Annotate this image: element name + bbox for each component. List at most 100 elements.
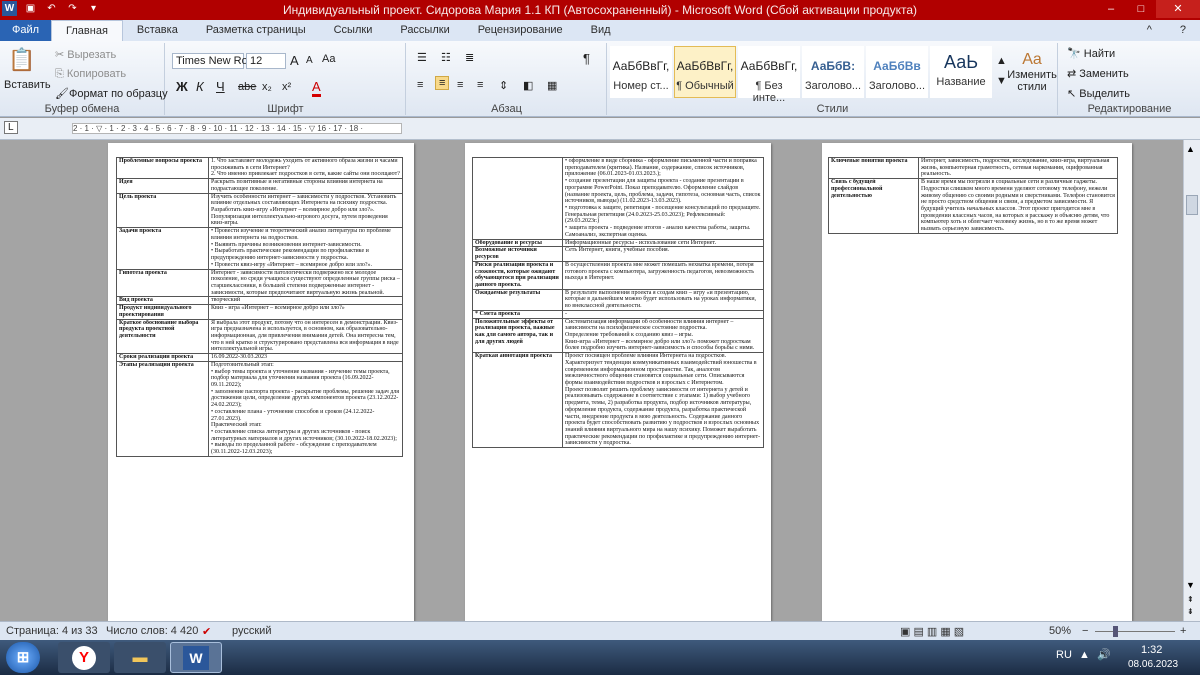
row-value[interactable]: Изучить особенности интернет – зависимос… — [208, 192, 403, 229]
row-label[interactable]: Положительные эффекты от реализации прое… — [472, 317, 563, 354]
row-value[interactable]: Информационные ресурсы - использование с… — [562, 238, 764, 248]
row-label[interactable]: Продукт индивидуального проектирования — [116, 304, 209, 320]
zoom-out-button[interactable]: − — [1082, 625, 1088, 637]
row-label[interactable]: Идея — [116, 178, 209, 194]
row-value[interactable]: В осуществлении проекта мне может помеша… — [562, 260, 764, 290]
italic-button[interactable]: К — [196, 79, 204, 94]
scroll-down-icon[interactable]: ▼ — [1186, 580, 1195, 590]
shading-icon[interactable]: ◧ — [523, 79, 533, 92]
scroll-thumb[interactable] — [1186, 195, 1198, 215]
style-item-list-number[interactable]: АаБбВвГг, Номер ст... — [610, 46, 672, 98]
row-value[interactable]: Интернет, зависимость, подростки, исслед… — [918, 156, 1118, 180]
cut-button[interactable]: ✂ Вырезать — [55, 48, 116, 61]
row-label[interactable]: Ключевые понятия проекта — [828, 156, 919, 180]
word-count[interactable]: Число слов: 4 420 — [106, 625, 198, 637]
row-value[interactable]: Я выбрала этот продукт, потому что он ин… — [208, 318, 403, 355]
taskbar-explorer[interactable]: ▬ — [114, 642, 166, 673]
row-value[interactable]: В наше время мы погрязли в социальные се… — [918, 178, 1118, 234]
row-label[interactable]: Проблемные вопросы проекта — [116, 156, 209, 180]
paste-button[interactable]: Вставить — [4, 79, 51, 91]
proofing-icon[interactable]: ✔ — [202, 625, 211, 638]
row-value[interactable]: В результате выполнения проекта я создам… — [562, 288, 764, 311]
find-button[interactable]: 🔭 Найти — [1067, 47, 1115, 60]
row-label[interactable]: Гипотеза проекта — [116, 268, 209, 298]
taskbar-yandex-browser[interactable]: Y — [58, 642, 110, 673]
row-label[interactable]: Краткое обоснование выбора продукта прое… — [116, 318, 209, 355]
page-count[interactable]: Страница: 4 из 33 — [6, 625, 98, 637]
row-label[interactable]: Сроки реализации проекта — [116, 353, 209, 362]
tab-page-layout[interactable]: Разметка страницы — [192, 20, 320, 41]
row-label[interactable] — [472, 157, 563, 240]
language-indicator[interactable]: русский — [232, 625, 271, 637]
keyboard-language[interactable]: RU — [1056, 649, 1072, 661]
row-label[interactable]: Оборудование и ресурсы — [472, 238, 563, 248]
multilevel-list-icon[interactable]: ≣ — [465, 51, 474, 64]
tab-references[interactable]: Ссылки — [320, 20, 387, 41]
style-item-title[interactable]: АаЬ Название — [930, 46, 992, 98]
paste-icon[interactable]: 📋 — [8, 47, 35, 73]
row-label[interactable]: Риски реализации проекта и сложности, ко… — [472, 260, 563, 290]
start-button[interactable]: ⊞ — [6, 642, 40, 673]
zoom-slider[interactable] — [1095, 631, 1175, 632]
row-label[interactable]: Краткая аннотация проекта — [472, 352, 563, 449]
tab-view[interactable]: Вид — [577, 20, 625, 41]
row-label[interactable]: Цель проекта — [116, 192, 209, 229]
strikethrough-button[interactable]: abe — [238, 81, 256, 93]
row-value[interactable]: творческий — [208, 296, 403, 306]
row-value[interactable]: Проект посвящен проблеме влияния Интерне… — [562, 352, 764, 449]
row-value[interactable]: 1. Что заставляет молодежь уходить от ак… — [208, 156, 403, 180]
row-value[interactable]: Сеть Интернет, книги, учебные пособия. — [562, 246, 764, 262]
font-name-combo[interactable]: Times New Ro — [172, 53, 248, 69]
font-size-combo[interactable]: 12 — [246, 53, 286, 69]
minimize-button[interactable]: – — [1096, 0, 1126, 18]
zoom-level[interactable]: 50% — [1049, 625, 1071, 637]
font-color-button[interactable]: A — [312, 79, 321, 97]
superscript-button[interactable]: x² — [282, 81, 291, 93]
style-item-no-spacing[interactable]: АаБбВвГг, ¶ Без инте... — [738, 46, 800, 104]
scroll-up-icon[interactable]: ▲ — [1186, 144, 1195, 154]
row-value[interactable]: • оформление в виде сборника - оформлени… — [562, 157, 764, 240]
shrink-font-icon[interactable]: A — [306, 55, 313, 66]
taskbar-word[interactable]: W — [170, 642, 222, 673]
line-spacing-icon[interactable]: ⇕ — [499, 79, 508, 92]
align-right-icon[interactable]: ≡ — [457, 79, 463, 91]
volume-icon[interactable]: 🔊 — [1097, 648, 1111, 661]
numbering-icon[interactable]: ☷ — [441, 51, 451, 64]
bold-button[interactable]: Ж — [176, 79, 188, 94]
row-label[interactable]: Вид проекта — [116, 296, 209, 306]
grow-font-icon[interactable]: A — [290, 53, 299, 68]
subscript-button[interactable]: x₂ — [262, 81, 272, 93]
row-value[interactable]: Раскрыть позитивные и негативные стороны… — [208, 178, 403, 194]
replace-button[interactable]: ⇄ Заменить — [1067, 67, 1129, 80]
style-item-normal[interactable]: АаБбВвГг, ¶ Обычный — [674, 46, 736, 98]
maximize-button[interactable]: □ — [1126, 0, 1156, 18]
justify-icon[interactable]: ≡ — [477, 79, 483, 91]
row-value[interactable]: Систематизация информации об особенности… — [562, 317, 764, 354]
collapse-ribbon-icon[interactable]: ^ — [1133, 20, 1166, 41]
underline-button[interactable]: Ч — [216, 79, 225, 94]
row-value[interactable]: - — [562, 309, 764, 319]
row-value[interactable]: 16.09.2022-30.03.2023 — [208, 353, 403, 362]
prev-page-icon[interactable]: ⇞ — [1187, 595, 1194, 604]
tab-file[interactable]: Файл — [0, 20, 52, 41]
borders-icon[interactable]: ▦ — [547, 79, 557, 92]
row-label[interactable]: Этапы реализации проекта — [116, 360, 209, 457]
tab-selector-button[interactable]: L — [4, 121, 18, 134]
format-painter-button[interactable]: 🖌Формат по образцу — [55, 87, 168, 100]
style-item-heading2[interactable]: АаБбВв Заголово... — [866, 46, 928, 98]
clock-time[interactable]: 1:32 — [1141, 644, 1162, 656]
row-label[interactable]: Ожидаемые результаты — [472, 288, 563, 311]
vertical-scrollbar[interactable]: ▲ ▼ ⇞ ⇟ — [1183, 140, 1200, 621]
view-buttons[interactable]: ▣ ▤ ▥ ▦ ▧ — [900, 625, 964, 638]
tab-review[interactable]: Рецензирование — [464, 20, 577, 41]
zoom-in-button[interactable]: + — [1180, 625, 1186, 637]
copy-button[interactable]: ⎘ Копировать — [55, 68, 126, 81]
row-label[interactable]: Возможные источники ресурсов — [472, 246, 563, 262]
style-item-heading1[interactable]: АаБбВ: Заголово... — [802, 46, 864, 98]
row-label[interactable]: Связь с будущей профессиональной деятель… — [828, 178, 919, 234]
select-button[interactable]: ↖ Выделить — [1067, 87, 1130, 100]
row-value[interactable]: • Провести изучение и теоретический анал… — [208, 227, 403, 270]
tab-mailings[interactable]: Рассылки — [386, 20, 463, 41]
help-icon[interactable]: ? — [1166, 20, 1200, 41]
zoom-slider-thumb[interactable] — [1113, 626, 1118, 637]
